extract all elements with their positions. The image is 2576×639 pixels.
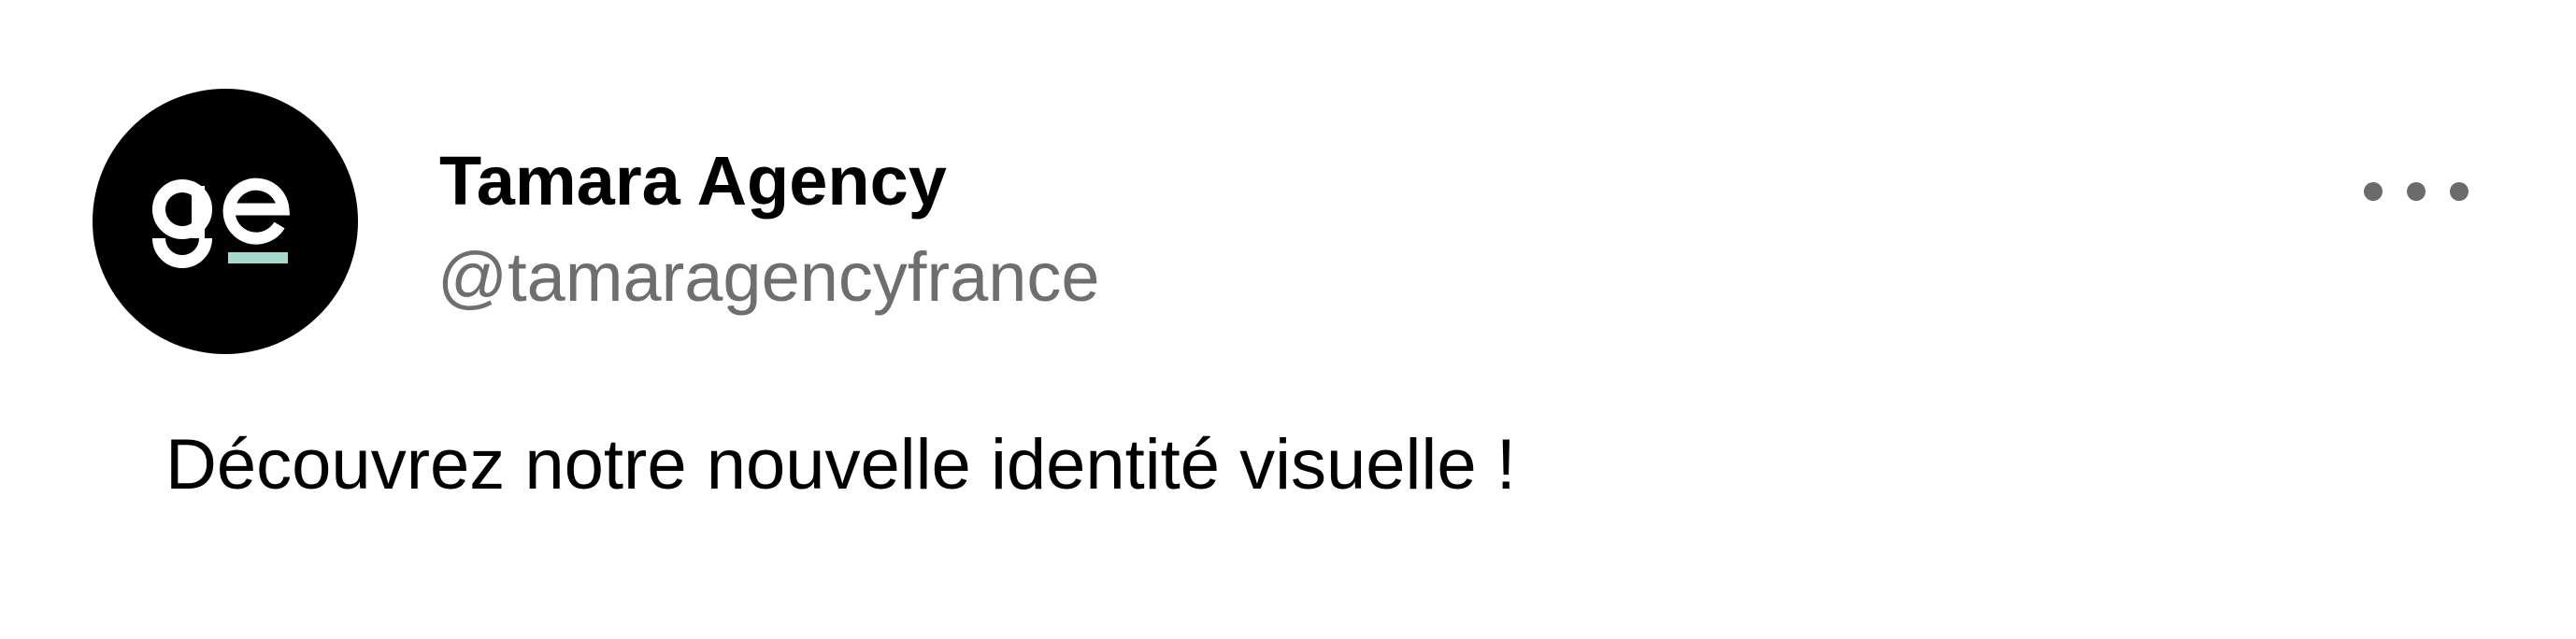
agency-logo	[152, 178, 291, 268]
author-handle[interactable]: @tamaragencyfrance	[437, 236, 1100, 319]
more-horizontal-icon	[2364, 182, 2469, 201]
more-options-button[interactable]	[2346, 168, 2486, 215]
post-text: Découvrez notre nouvelle identité visuel…	[165, 425, 1516, 504]
avatar[interactable]	[93, 89, 358, 354]
logo-accent-bar	[228, 252, 288, 263]
author-name[interactable]: Tamara Agency	[439, 140, 947, 222]
post-card: Tamara Agency @tamaragencyfrance Découvr…	[0, 0, 2576, 639]
